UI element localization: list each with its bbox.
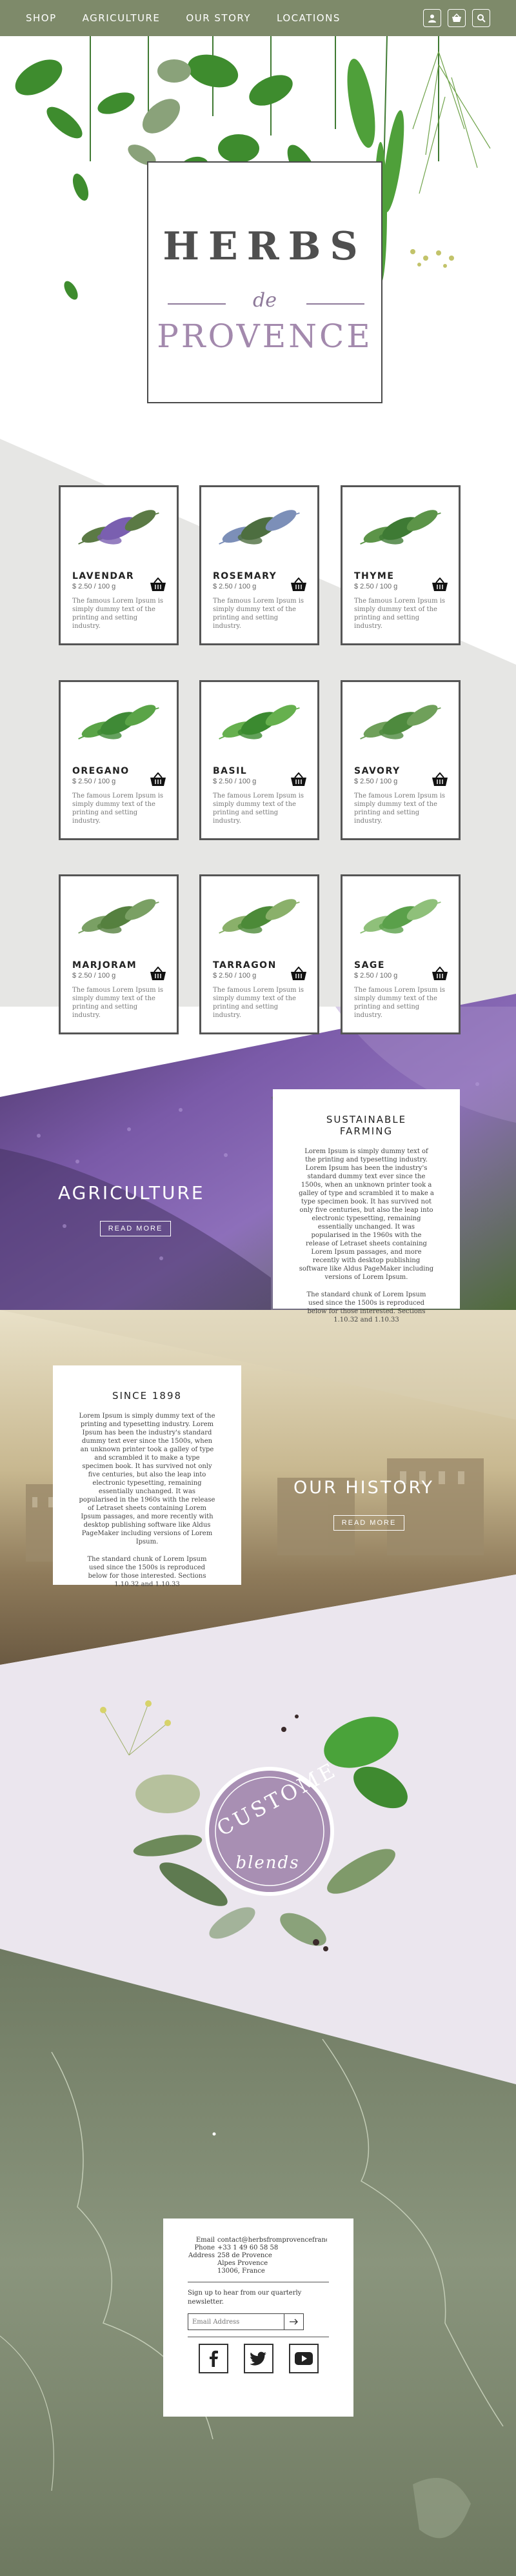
contact-email-row: Email contact@herbsfromprovencefrance.co… (188, 2237, 329, 2244)
sustainable-farming-text-2: The standard chunk of Lorem Ipsum used s… (306, 1291, 426, 1323)
product-card[interactable]: TARRAGON $ 2.50 / 100 g The famous Lorem I… (199, 874, 319, 1034)
search-icon[interactable] (472, 9, 490, 27)
arrow-right-icon (289, 2319, 298, 2325)
contact-email-label: Email (195, 2237, 215, 2244)
blends-subtitle: blends (235, 1853, 300, 1873)
contact-address-row-3: 13006, France (188, 2268, 329, 2275)
product-image (354, 876, 447, 959)
add-to-basket-icon[interactable] (150, 577, 166, 592)
product-card[interactable]: THYME $ 2.50 / 100 g The famous Lorem Ipsu… (341, 485, 461, 645)
contact-email-value[interactable]: contact@herbsfromprovencefrance.com (217, 2237, 327, 2244)
nav-our-story[interactable]: OUR STORY (186, 12, 251, 24)
product-description: The famous Lorem Ipsum is simply dummy t… (354, 792, 446, 825)
contact-address-row: Address 258 de Provence (188, 2252, 329, 2260)
history-title: OUR HISTORY (293, 1478, 435, 1498)
newsletter-text: Sign up to hear from our quarterly newsl… (188, 2289, 302, 2306)
add-to-basket-icon[interactable] (432, 772, 448, 787)
logo-subtitle: de (253, 289, 277, 312)
add-to-basket-icon[interactable] (290, 577, 307, 592)
product-card[interactable]: BASIL $ 2.50 / 100 g The famous Lorem Ipsu… (199, 680, 319, 840)
history-box-text-2: The standard chunk of Lorem Ipsum used s… (87, 1556, 207, 1588)
add-to-basket-icon[interactable] (432, 577, 448, 592)
product-description: The famous Lorem Ipsum is simply dummy t… (72, 792, 164, 825)
product-description: The famous Lorem Ipsum is simply dummy t… (213, 987, 304, 1019)
top-nav: SHOP AGRICULTURE OUR STORY LOCATIONS (0, 0, 516, 36)
contact-address-line3: 13006, France (217, 2268, 265, 2275)
logo-divider-right (306, 303, 364, 305)
history-box: SINCE 1898 Lorem Ipsum is simply dummy t… (53, 1365, 241, 1588)
product-card[interactable]: OREGANO $ 2.50 / 100 g The famous Lorem Ip… (59, 680, 179, 840)
contact-phone-value: +33 1 49 60 58 58 (217, 2244, 279, 2251)
product-card[interactable]: ROSEMARY $ 2.50 / 100 g The famous Lorem I… (199, 485, 319, 645)
contact-address-label: Address (188, 2252, 215, 2259)
sustainable-farming-text: Lorem Ipsum is simply dummy text of the … (299, 1148, 434, 1281)
contact-address-line1: 258 de Provence (217, 2252, 272, 2259)
product-card[interactable]: SAVORY $ 2.50 / 100 g The famous Lorem Ips… (341, 680, 461, 840)
product-image (72, 487, 165, 570)
add-to-basket-icon[interactable] (150, 772, 166, 787)
facebook-icon[interactable] (198, 2344, 228, 2373)
contact-box: Email contact@herbsfromprovencefrance.co… (163, 2219, 353, 2417)
newsletter-submit-button[interactable] (284, 2313, 304, 2330)
history-read-more-button[interactable]: READ MORE (333, 1515, 404, 1531)
product-description: The famous Lorem Ipsum is simply dummy t… (213, 792, 304, 825)
newsletter-email-input[interactable] (188, 2313, 284, 2330)
nav-locations[interactable]: LOCATIONS (277, 12, 341, 24)
page: SHOP AGRICULTURE OUR STORY LOCATIONS HER… (0, 0, 516, 2576)
user-icon[interactable] (423, 9, 441, 27)
logo-box: HERBS de PROVENCE (147, 161, 382, 403)
nav-shop[interactable]: SHOP (26, 12, 57, 24)
product-image (213, 876, 306, 959)
contact-address-line2: Alpes Provence (217, 2260, 268, 2267)
social-links (188, 2344, 329, 2373)
nav-icon-group (423, 9, 490, 27)
product-image (354, 682, 447, 765)
add-to-basket-icon[interactable] (432, 966, 448, 981)
product-description: The famous Lorem Ipsum is simply dummy t… (213, 598, 304, 630)
product-image (72, 876, 165, 959)
product-description: The famous Lorem Ipsum is simply dummy t… (354, 598, 446, 630)
nav-agriculture[interactable]: AGRICULTURE (83, 12, 161, 24)
add-to-basket-icon[interactable] (150, 966, 166, 981)
agriculture-title: AGRICULTURE (58, 1182, 205, 1203)
product-image (72, 682, 165, 765)
product-card[interactable]: MARJORAM $ 2.50 / 100 g The famous Lorem I… (59, 874, 179, 1034)
agriculture-read-more-button[interactable]: READ MORE (100, 1221, 171, 1236)
youtube-icon[interactable] (288, 2344, 319, 2373)
history-box-title: SINCE 1898 (112, 1390, 183, 1402)
product-image (354, 487, 447, 570)
product-description: The famous Lorem Ipsum is simply dummy t… (354, 987, 446, 1019)
sustainable-farming-title: SUSTAINABLE FARMING (326, 1114, 407, 1137)
twitter-icon[interactable] (243, 2344, 273, 2373)
newsletter-form (188, 2313, 304, 2330)
contact-address-row-2: Alpes Provence (188, 2260, 329, 2268)
product-card[interactable]: LAVENDAR $ 2.50 / 100 g The famous Lorem I… (59, 485, 179, 645)
history-box-text: Lorem Ipsum is simply dummy text of the … (79, 1413, 215, 1545)
product-image (213, 487, 306, 570)
add-to-basket-icon[interactable] (290, 772, 307, 787)
product-image (213, 682, 306, 765)
contact-phone-label: Phone (194, 2244, 215, 2251)
contact-phone-row: Phone +33 1 49 60 58 58 (188, 2244, 329, 2252)
product-description: The famous Lorem Ipsum is simply dummy t… (72, 987, 164, 1019)
sustainable-farming-box: SUSTAINABLE FARMING Lorem Ipsum is simpl… (273, 1089, 460, 1323)
logo-title: HERBS (163, 224, 367, 269)
logo-title-line2: PROVENCE (157, 317, 373, 355)
add-to-basket-icon[interactable] (290, 966, 307, 981)
product-description: The famous Lorem Ipsum is simply dummy t… (72, 598, 164, 630)
basket-icon[interactable] (448, 9, 466, 27)
product-card[interactable]: SAGE $ 2.50 / 100 g The famous Lorem Ipsum… (341, 874, 461, 1034)
